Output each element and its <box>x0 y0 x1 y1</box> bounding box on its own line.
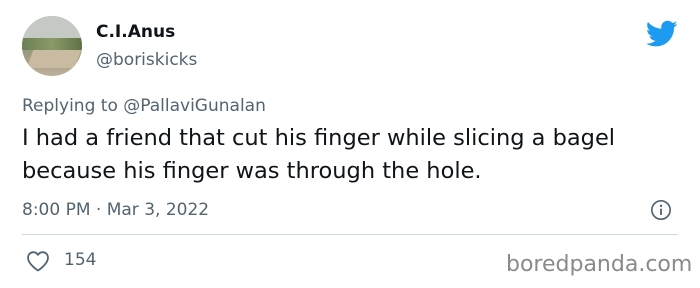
avatar-path <box>26 50 82 68</box>
heart-icon[interactable] <box>26 250 50 272</box>
twitter-bird-icon[interactable] <box>646 20 678 48</box>
author-handle[interactable]: @boriskicks <box>96 50 197 70</box>
tweet-timestamp[interactable]: 8:00 PM · Mar 3, 2022 <box>22 200 209 220</box>
like-count: 154 <box>64 250 97 270</box>
avatar-field <box>22 38 82 50</box>
author-display-name[interactable]: C.I.Anus <box>96 22 175 42</box>
tweet-date: Mar 3, 2022 <box>106 200 210 220</box>
reply-context: Replying to @PallaviGunalan <box>22 96 266 116</box>
info-icon[interactable] <box>650 199 672 221</box>
tweet-text: I had a friend that cut his finger while… <box>22 125 616 184</box>
divider <box>22 234 678 235</box>
watermark: boredpanda.com <box>506 252 693 277</box>
tweet-time: 8:00 PM <box>22 200 91 220</box>
avatar-sky <box>22 16 82 38</box>
timestamp-separator: · <box>95 200 102 220</box>
avatar[interactable] <box>22 16 82 76</box>
reply-mention[interactable]: @PallaviGunalan <box>123 96 266 116</box>
reply-prefix: Replying to <box>22 96 118 116</box>
